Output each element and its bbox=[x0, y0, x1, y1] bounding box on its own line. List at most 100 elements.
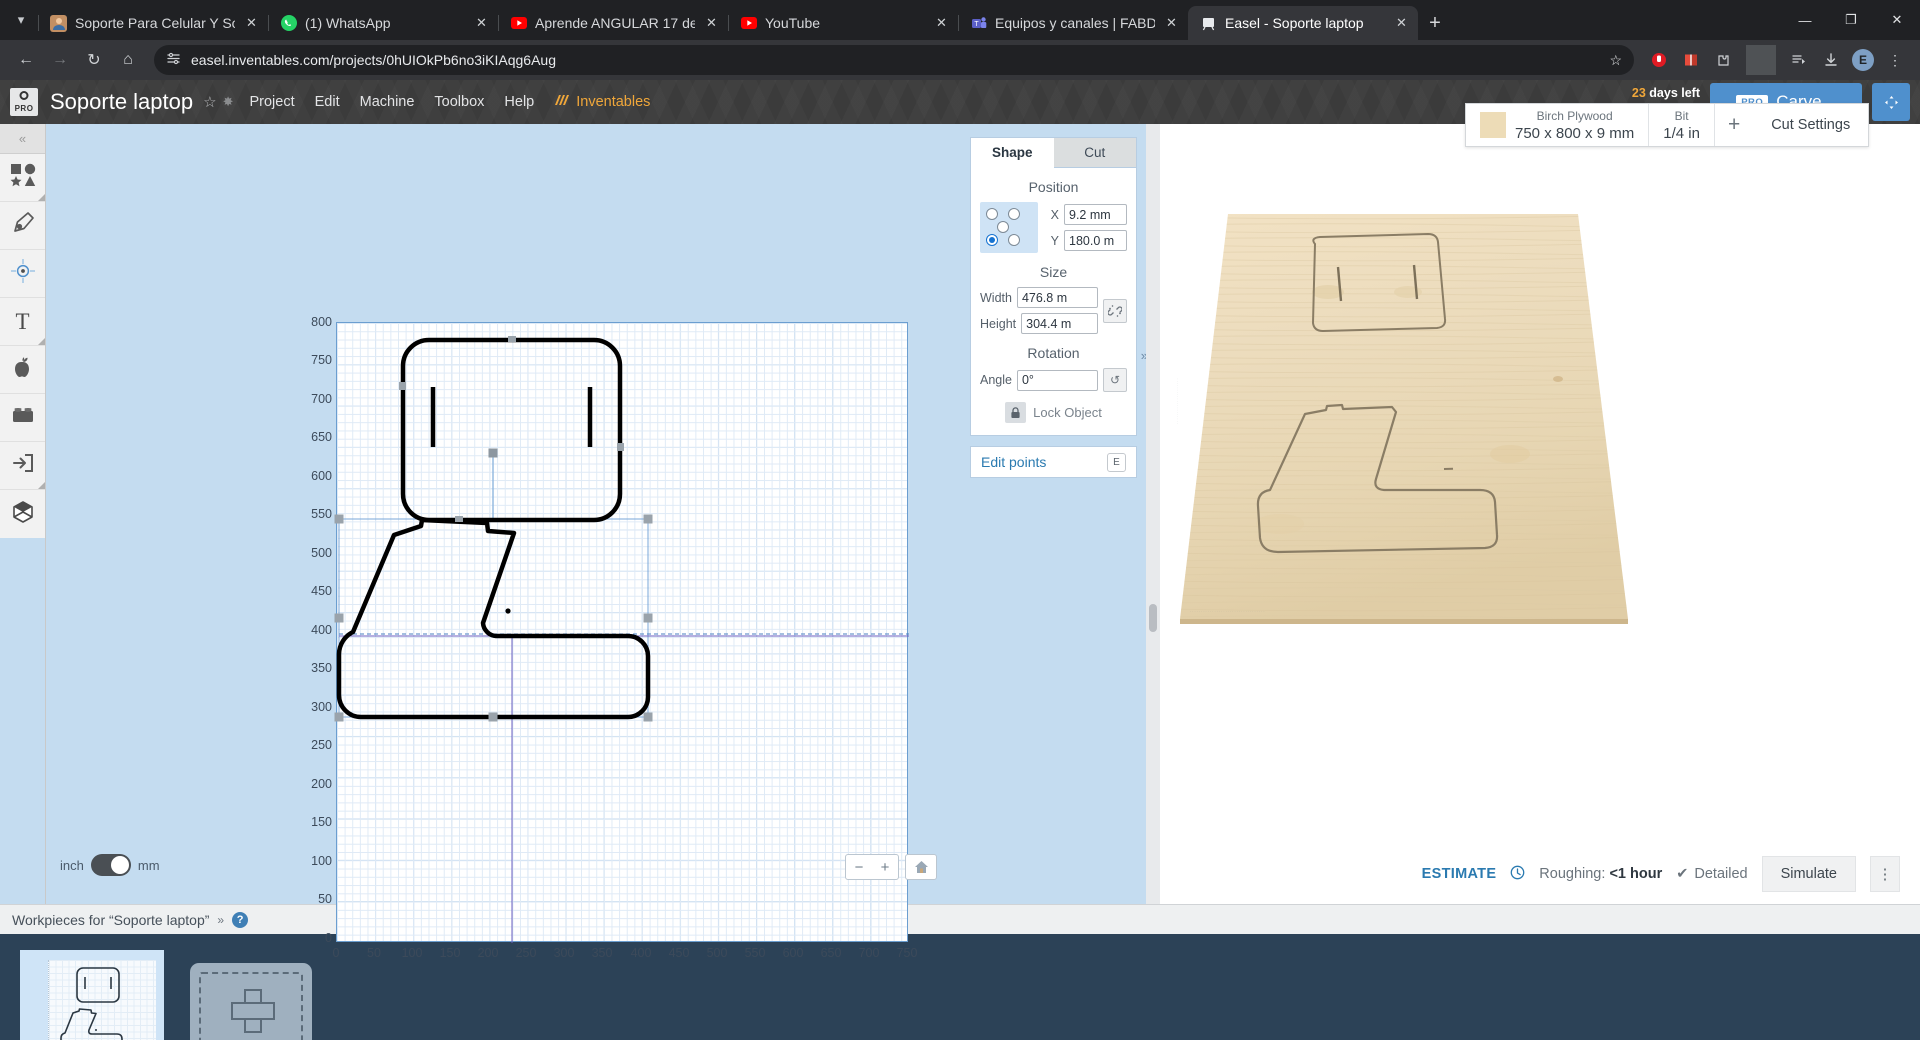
browser-menu-icon[interactable]: ⋮ bbox=[1880, 45, 1910, 75]
tab-cut[interactable]: Cut bbox=[1053, 138, 1136, 168]
height-input[interactable]: 304.4 m bbox=[1021, 313, 1098, 334]
y-tick: 500 bbox=[311, 546, 332, 560]
properties-panel: Shape Cut Position X 9.2 mm Y 180.0 m Si… bbox=[961, 124, 1148, 904]
window-close-button[interactable]: ✕ bbox=[1874, 0, 1920, 40]
browser-tab-2[interactable]: Aprende ANGULAR 17 desde ce ✕ bbox=[498, 6, 728, 40]
canvas-surface[interactable]: 800 750 700 650 600 550 500 450 400 350 … bbox=[46, 124, 961, 960]
anchor-center[interactable] bbox=[997, 221, 1009, 233]
extension-book-icon[interactable] bbox=[1676, 45, 1706, 75]
rotation-reset-icon[interactable]: ↺ bbox=[1103, 368, 1127, 392]
easel-logo-icon[interactable]: PRO bbox=[10, 88, 38, 116]
workpiece-add[interactable] bbox=[190, 963, 312, 1040]
home-icon[interactable]: ⌂ bbox=[112, 44, 144, 76]
shapes-tool-button[interactable] bbox=[0, 154, 45, 202]
pen-tool-button[interactable] bbox=[0, 202, 45, 250]
forward-icon[interactable]: → bbox=[44, 44, 76, 76]
design-canvas[interactable]: 800 750 700 650 600 550 500 450 400 350 … bbox=[46, 124, 961, 960]
profile-avatar[interactable]: E bbox=[1848, 45, 1878, 75]
browser-tab-4[interactable]: T Equipos y canales | FABDIG-01 ✕ bbox=[958, 6, 1188, 40]
lock-object-toggle[interactable]: Lock Object bbox=[971, 402, 1136, 423]
close-icon[interactable]: ✕ bbox=[933, 15, 950, 32]
anchor-top-right[interactable] bbox=[1008, 208, 1020, 220]
browser-tab-3[interactable]: YouTube ✕ bbox=[728, 6, 958, 40]
menu-edit[interactable]: Edit bbox=[315, 94, 340, 110]
unit-toggle[interactable]: inch mm bbox=[60, 854, 160, 876]
rail-collapse-icon[interactable]: « bbox=[0, 124, 45, 154]
lego-tool-button[interactable] bbox=[0, 394, 45, 442]
estimate-label[interactable]: ESTIMATE bbox=[1422, 866, 1497, 882]
new-tab-button[interactable]: + bbox=[1418, 6, 1452, 40]
site-settings-icon[interactable] bbox=[166, 51, 181, 69]
bookmark-star-icon[interactable]: ☆ bbox=[1609, 52, 1622, 69]
detailed-label: Detailed bbox=[1694, 866, 1748, 882]
menu-project[interactable]: Project bbox=[249, 94, 294, 110]
zoom-in-button[interactable]: + bbox=[872, 855, 898, 879]
close-icon[interactable]: ✕ bbox=[1163, 15, 1180, 32]
extension-puzzle-icon[interactable] bbox=[1708, 45, 1738, 75]
origin-tool-button[interactable] bbox=[0, 250, 45, 298]
zoom-home-group bbox=[905, 854, 937, 880]
anchor-top-left[interactable] bbox=[986, 208, 998, 220]
zoom-home-icon[interactable] bbox=[906, 855, 936, 879]
x-tick: 500 bbox=[706, 946, 728, 960]
preview-3d-stage[interactable]: « bbox=[1160, 124, 1920, 844]
close-icon[interactable]: ✕ bbox=[473, 15, 490, 32]
width-input[interactable]: 476.8 m bbox=[1016, 287, 1098, 308]
expand-icon[interactable] bbox=[1872, 83, 1910, 121]
simulate-button[interactable]: Simulate bbox=[1761, 856, 1856, 892]
window-minimize-button[interactable]: — bbox=[1782, 0, 1828, 40]
anchor-bottom-right[interactable] bbox=[1008, 234, 1020, 246]
cut-settings-button[interactable]: Cut Settings bbox=[1753, 104, 1868, 146]
panel-splitter[interactable] bbox=[1146, 124, 1160, 904]
shape-properties-card: Shape Cut Position X 9.2 mm Y 180.0 m Si… bbox=[970, 137, 1137, 436]
browser-tab-0[interactable]: Soporte Para Celular Y Soporte ✕ bbox=[38, 6, 268, 40]
zoom-out-button[interactable]: − bbox=[846, 855, 872, 879]
add-bit-button[interactable]: + bbox=[1715, 104, 1753, 146]
3d-tool-button[interactable] bbox=[0, 490, 45, 538]
workpiece-thumb-1[interactable] bbox=[20, 950, 164, 1040]
x-tick: 400 bbox=[630, 946, 652, 960]
y-input[interactable]: 180.0 m bbox=[1064, 230, 1127, 251]
x-tick: 300 bbox=[553, 946, 575, 960]
chevron-down-icon[interactable]: » bbox=[217, 913, 224, 927]
unit-toggle-switch[interactable] bbox=[90, 854, 131, 876]
downloads-icon[interactable] bbox=[1816, 45, 1846, 75]
extensions-area: E ⋮ bbox=[1644, 45, 1910, 75]
canvas-grid[interactable] bbox=[334, 322, 909, 943]
reading-list-icon[interactable] bbox=[1784, 45, 1814, 75]
browser-tab-5[interactable]: Easel - Soporte laptop ✕ bbox=[1188, 6, 1418, 40]
material-cell[interactable]: Birch Plywood 750 x 800 x 9 mm bbox=[1466, 104, 1650, 146]
close-icon[interactable]: ✕ bbox=[243, 15, 260, 32]
window-maximize-button[interactable]: ❐ bbox=[1828, 0, 1874, 40]
edit-points-shortcut: E bbox=[1107, 452, 1126, 472]
anchor-bottom-left[interactable] bbox=[986, 234, 998, 246]
menu-machine[interactable]: Machine bbox=[360, 94, 415, 110]
splitter-handle[interactable] bbox=[1149, 604, 1157, 632]
close-icon[interactable]: ✕ bbox=[703, 15, 720, 32]
menu-help[interactable]: Help bbox=[504, 94, 534, 110]
window-controls: — ❐ ✕ bbox=[1782, 0, 1920, 40]
estimate-kebab-icon[interactable]: ⋮ bbox=[1870, 856, 1900, 892]
text-tool-button[interactable]: T bbox=[0, 298, 45, 346]
x-input[interactable]: 9.2 mm bbox=[1064, 204, 1127, 225]
address-bar[interactable]: easel.inventables.com/projects/0hUIOkPb6… bbox=[154, 45, 1634, 75]
edit-points-link[interactable]: Edit points bbox=[981, 454, 1046, 470]
apps-tool-button[interactable] bbox=[0, 346, 45, 394]
import-tool-button[interactable] bbox=[0, 442, 45, 490]
back-icon[interactable]: ← bbox=[10, 44, 42, 76]
tab-search-icon[interactable]: ▾ bbox=[4, 3, 38, 37]
link-broken-icon[interactable] bbox=[1103, 298, 1127, 323]
close-icon[interactable]: ✕ bbox=[1393, 15, 1410, 32]
browser-tab-1[interactable]: (1) WhatsApp ✕ bbox=[268, 6, 498, 40]
reload-icon[interactable]: ↻ bbox=[78, 44, 110, 76]
extension-red-icon[interactable] bbox=[1644, 45, 1674, 75]
angle-input[interactable]: 0° bbox=[1016, 369, 1098, 391]
help-icon[interactable]: ? bbox=[232, 911, 249, 928]
inventables-link[interactable]: Inventables bbox=[554, 93, 650, 112]
anchor-selector[interactable] bbox=[980, 202, 1038, 253]
favorite-star-icon[interactable]: ☆ bbox=[203, 93, 216, 111]
y-axis-labels: 800 750 700 650 600 550 500 450 400 350 … bbox=[304, 312, 332, 952]
bit-cell[interactable]: Bit 1/4 in bbox=[1649, 104, 1715, 146]
tab-shape[interactable]: Shape bbox=[971, 138, 1054, 168]
menu-toolbox[interactable]: Toolbox bbox=[434, 94, 484, 110]
